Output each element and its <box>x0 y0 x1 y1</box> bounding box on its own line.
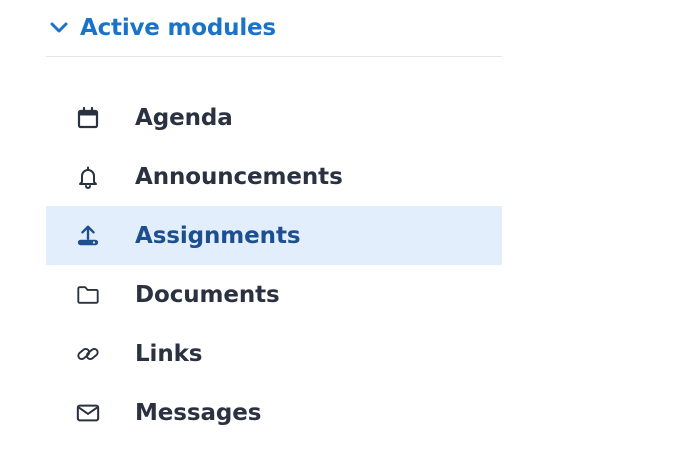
link-icon <box>76 342 100 366</box>
module-item-links[interactable]: Links <box>46 324 502 383</box>
active-modules-panel: Active modules Agenda Announcements Assi… <box>46 0 502 442</box>
upload-icon <box>76 224 100 248</box>
active-modules-toggle[interactable]: Active modules <box>46 0 502 57</box>
module-item-label: Announcements <box>135 163 343 190</box>
calendar-icon <box>76 106 100 130</box>
envelope-icon <box>76 401 100 425</box>
module-item-messages[interactable]: Messages <box>46 383 502 442</box>
bell-icon <box>76 165 100 189</box>
module-item-label: Documents <box>135 281 280 308</box>
module-item-assignments[interactable]: Assignments <box>46 206 502 265</box>
module-item-label: Messages <box>135 399 262 426</box>
module-item-agenda[interactable]: Agenda <box>46 88 502 147</box>
module-item-label: Assignments <box>135 222 301 249</box>
module-item-label: Agenda <box>135 104 233 131</box>
modules-list: Agenda Announcements Assignments Documen… <box>46 88 502 442</box>
module-item-announcements[interactable]: Announcements <box>46 147 502 206</box>
chevron-down-icon <box>48 17 70 39</box>
section-title: Active modules <box>80 15 276 41</box>
module-item-label: Links <box>135 340 203 367</box>
folder-icon <box>76 283 100 307</box>
module-item-documents[interactable]: Documents <box>46 265 502 324</box>
